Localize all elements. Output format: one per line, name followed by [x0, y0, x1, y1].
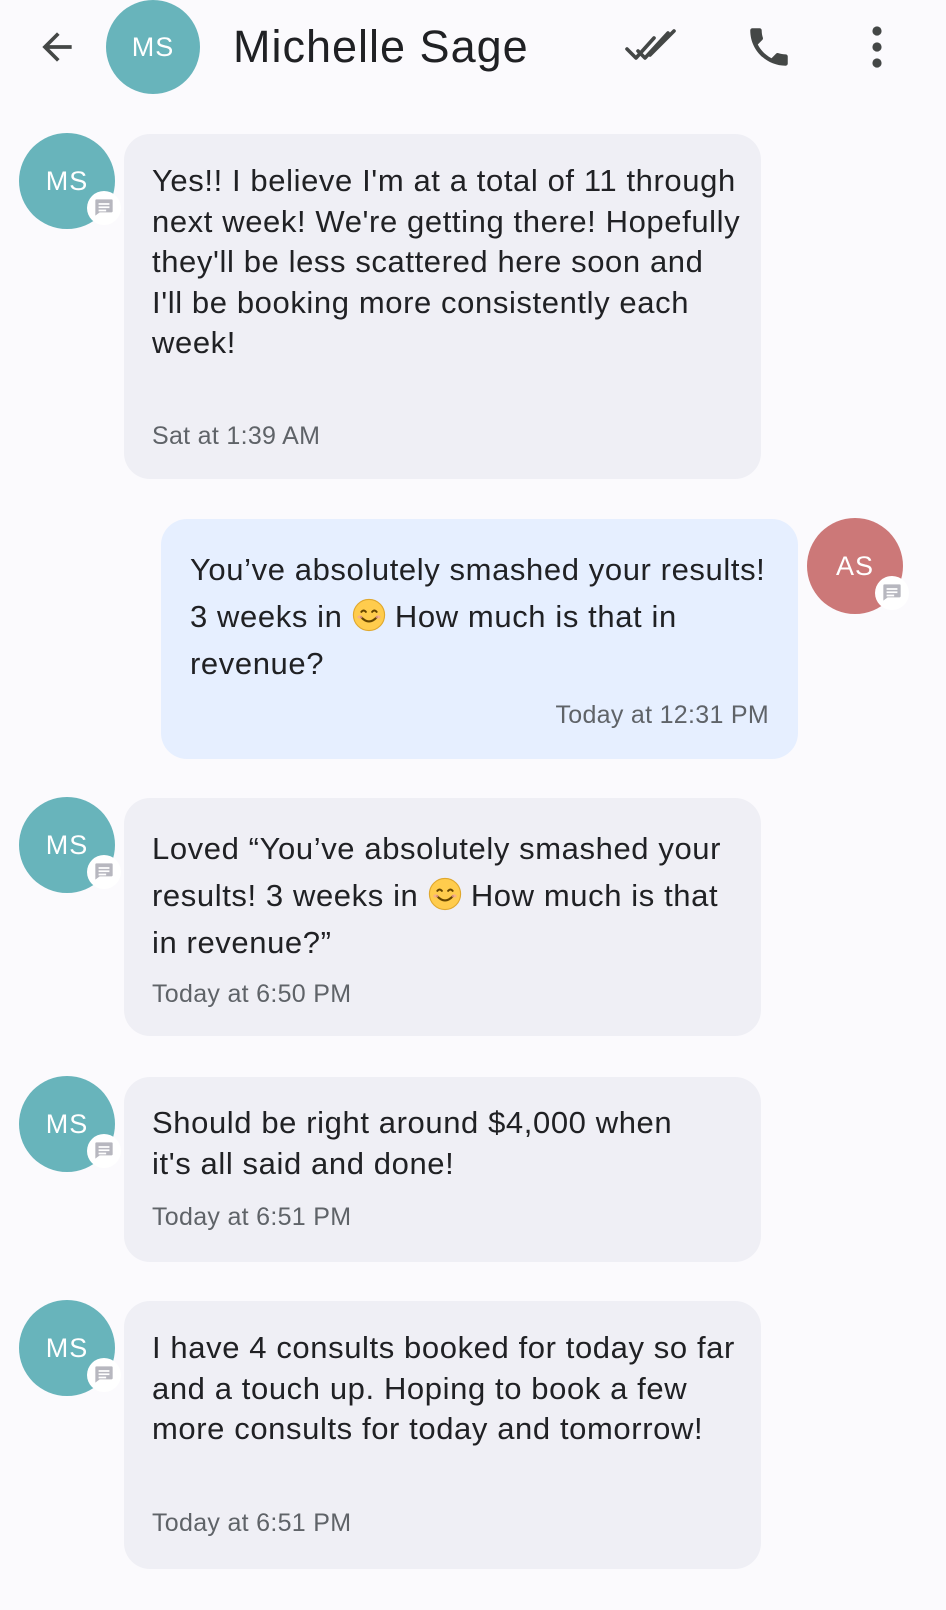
message-bubble-outgoing[interactable]: You’ve absolutely smashed your results! … — [161, 519, 798, 759]
message-text: Loved “You’ve absolutely smashed your re… — [152, 825, 742, 966]
sms-badge — [875, 576, 909, 610]
my-avatar-initials: AS — [835, 550, 875, 581]
sender-avatar[interactable]: MS — [19, 1076, 121, 1172]
message-timestamp: Sat at 1:39 AM — [152, 422, 321, 450]
sender-avatar[interactable]: MS — [19, 1300, 121, 1396]
message-bubble-incoming[interactable]: I have 4 consults booked for today so fa… — [124, 1301, 761, 1569]
contact-avatar-initials: MS — [131, 31, 175, 62]
sender-avatar-initials: MS — [45, 829, 89, 860]
my-avatar[interactable]: AS — [807, 518, 909, 614]
contact-avatar[interactable]: MS — [106, 0, 200, 94]
smiling-face-icon — [427, 877, 462, 911]
sender-avatar[interactable]: MS — [19, 133, 121, 229]
message-text: Should be right around $4,000 when it's … — [152, 1105, 682, 1181]
smiling-face-icon — [352, 598, 386, 632]
arrow-left-icon — [42, 32, 72, 62]
chat-bubble-icon — [95, 199, 113, 216]
sender-avatar-initials: MS — [45, 165, 89, 196]
sms-badge — [87, 855, 121, 889]
message-text: You’ve absolutely smashed your results! … — [190, 546, 780, 687]
message-bubble-incoming[interactable]: Loved “You’ve absolutely smashed your re… — [124, 798, 761, 1036]
message-timestamp: Today at 12:31 PM — [555, 701, 769, 729]
conversation-header: MS Michelle Sage — [0, 0, 946, 94]
sender-avatar-initials: MS — [45, 1108, 89, 1139]
message-timestamp: Today at 6:50 PM — [152, 980, 352, 1008]
sms-badge — [87, 191, 121, 225]
double-check-icon — [625, 29, 676, 60]
chat-bubble-icon — [95, 1366, 113, 1383]
sms-badge — [87, 1358, 121, 1392]
more-vert-icon — [872, 26, 882, 68]
call-button[interactable] — [740, 18, 798, 76]
sms-badge — [87, 1134, 121, 1168]
message-timestamp: Today at 6:51 PM — [152, 1509, 352, 1537]
contact-name[interactable]: Michelle Sage — [233, 19, 529, 75]
message-text: Yes!! I believe I'm at a total of 11 thr… — [152, 163, 750, 360]
chat-bubble-icon — [95, 863, 113, 880]
phone-icon — [750, 28, 788, 66]
message-bubble-incoming[interactable]: Yes!! I believe I'm at a total of 11 thr… — [124, 134, 761, 479]
sender-avatar-initials: MS — [45, 1332, 89, 1363]
mark-read-button[interactable] — [620, 20, 686, 74]
chat-bubble-icon — [883, 584, 901, 601]
chat-bubble-icon — [95, 1142, 113, 1159]
message-timestamp: Today at 6:51 PM — [152, 1203, 352, 1231]
message-text: I have 4 consults booked for today so fa… — [152, 1330, 745, 1446]
more-options-button[interactable] — [862, 18, 892, 76]
message-bubble-incoming[interactable]: Should be right around $4,000 when it's … — [124, 1077, 761, 1262]
back-button[interactable] — [28, 18, 86, 76]
sender-avatar[interactable]: MS — [19, 797, 121, 893]
